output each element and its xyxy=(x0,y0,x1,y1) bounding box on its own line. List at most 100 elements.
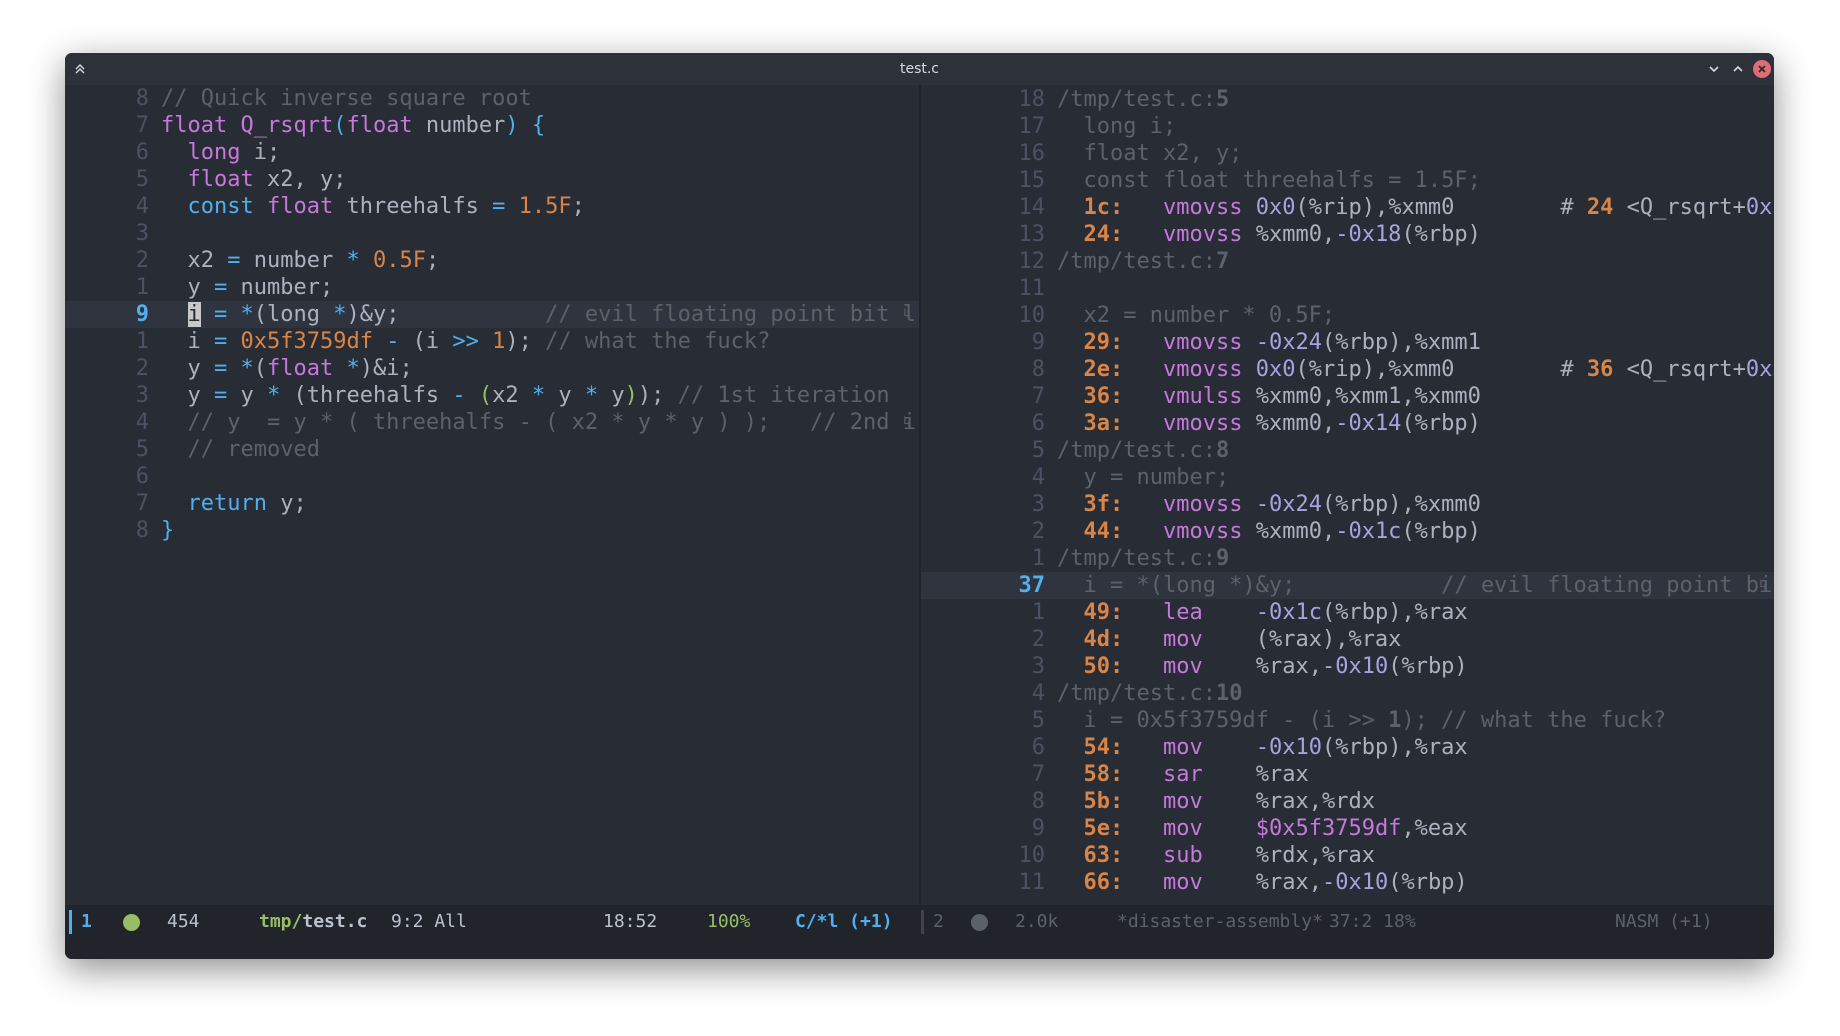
code-line[interactable]: 2 x2 = number * 0.5F; xyxy=(65,247,919,274)
code-line[interactable]: 3 3f: vmovss -0x24(%rbp),%xmm0 xyxy=(921,491,1774,518)
code-token: vmovss xyxy=(1163,492,1243,517)
code-line[interactable]: 5 // removed xyxy=(65,436,919,463)
code-line[interactable]: 8 5b: mov %rax,%rdx xyxy=(921,788,1774,815)
code-line[interactable]: 15 const float threehalfs = 1.5F; xyxy=(921,167,1774,194)
code-line[interactable]: 4 y = number; xyxy=(921,464,1774,491)
code-line[interactable]: 7 float Q_rsqrt(float number) { xyxy=(65,112,919,139)
code-token: return xyxy=(187,491,267,516)
code-text: i = *(long *)&y; // evil floating point … xyxy=(1057,572,1774,599)
code-line[interactable]: 4/tmp/test.c:10 xyxy=(921,680,1774,707)
code-line[interactable]: 9 29: vmovss -0x24(%rbp),%xmm1 xyxy=(921,329,1774,356)
code-line[interactable]: 1 49: lea -0x1c(%rbp),%rax xyxy=(921,599,1774,626)
code-line[interactable]: 8} xyxy=(65,517,919,544)
code-line[interactable]: 6 long i; xyxy=(65,139,919,166)
code-text: long i; xyxy=(1057,113,1176,140)
code-text: 24: vmovss %xmm0,-0x18(%rbp) xyxy=(1057,221,1481,248)
code-token: 8 xyxy=(1215,438,1230,463)
code-line[interactable]: 6 54: mov -0x10(%rbp),%rax xyxy=(921,734,1774,761)
code-line[interactable]: 11 xyxy=(921,275,1774,302)
code-line[interactable]: 4 const float threehalfs = 1.5F; xyxy=(65,193,919,220)
code-line[interactable]: 2 y = *(float *)&i; xyxy=(65,355,919,382)
code-token: %rax, xyxy=(1202,870,1322,895)
code-line[interactable]: 6 3a: vmovss %xmm0,-0x14(%rbp) xyxy=(921,410,1774,437)
buffer-name-2[interactable]: *disaster-assembly* xyxy=(1117,905,1323,939)
code-line[interactable]: 1 y = number; xyxy=(65,274,919,301)
code-text: y = *(float *)&i; xyxy=(161,355,412,382)
maximize-button[interactable] xyxy=(1729,60,1747,78)
code-line[interactable]: 10 63: sub %rdx,%rax xyxy=(921,842,1774,869)
code-token: (%rax),%rax xyxy=(1202,627,1402,652)
code-token: x2 = number * 0.5F; xyxy=(1057,303,1336,328)
code-line[interactable]: 8 // Quick inverse square root xyxy=(65,85,919,112)
code-token: // removed xyxy=(187,437,320,462)
code-line[interactable]: 13 24: vmovss %xmm0,-0x18(%rbp) xyxy=(921,221,1774,248)
code-line[interactable]: 12/tmp/test.c:7 xyxy=(921,248,1774,275)
code-line[interactable]: 10 x2 = number * 0.5F; xyxy=(921,302,1774,329)
code-line[interactable]: 4 // y = y * ( threehalfs - ( x2 * y * y… xyxy=(65,409,919,436)
code-text: // Quick inverse square root xyxy=(161,85,532,112)
code-token: (%rbp) xyxy=(1388,654,1468,679)
code-line[interactable]: 5/tmp/test.c:8 xyxy=(921,437,1774,464)
code-token: 24: xyxy=(1083,222,1124,247)
code-line[interactable]: 1/tmp/test.c:9 xyxy=(921,545,1774,572)
minimize-button[interactable] xyxy=(1705,60,1723,78)
code-line[interactable]: 3 y = y * (threehalfs - (x2 * y * y)); /… xyxy=(65,382,919,409)
code-token: (long xyxy=(253,302,334,327)
minibuffer[interactable] xyxy=(65,939,1774,959)
code-token: sub xyxy=(1163,843,1203,868)
code-line[interactable]: 8 2e: vmovss 0x0(%rip),%xmm0 # 36 <Q_rsq… xyxy=(921,356,1774,383)
code-line[interactable]: 1 i = 0x5f3759df - (i >> 1); // what the… xyxy=(65,328,919,355)
code-line[interactable]: 14 1c: vmovss 0x0(%rip),%xmm0 # 24 <Q_rs… xyxy=(921,194,1775,221)
code-token: (%rip),%xmm0 # xyxy=(1295,195,1587,220)
code-text: 2e: vmovss 0x0(%rip),%xmm0 # 36 <Q_rsqrt… xyxy=(1057,356,1775,383)
file-path[interactable]: tmp/test.c xyxy=(259,905,367,939)
code-line[interactable]: 2 44: vmovss %xmm0,-0x1c(%rbp) xyxy=(921,518,1774,545)
major-mode[interactable]: C/*l (+1) xyxy=(795,905,893,939)
code-token: ,%eax xyxy=(1401,816,1468,841)
close-button[interactable] xyxy=(1753,60,1771,78)
code-token: // Quick inverse square root xyxy=(161,86,532,111)
code-token: * xyxy=(584,383,599,408)
code-token: -0x18 xyxy=(1335,222,1402,247)
current-code-line[interactable]: 9 i = *(long *)&y; // evil floating poin… xyxy=(65,301,919,328)
code-line[interactable]: 6 xyxy=(65,463,919,490)
code-line[interactable]: 3 xyxy=(65,220,919,247)
code-line[interactable]: 18/tmp/test.c:5 xyxy=(921,86,1774,113)
code-token: float xyxy=(187,167,254,192)
line-number: 4 xyxy=(1031,465,1045,490)
line-number: 8 xyxy=(135,86,149,111)
major-mode-2[interactable]: NASM (+1) xyxy=(1615,905,1713,939)
code-line[interactable]: 7 36: vmulss %xmm0,%xmm1,%xmm0 xyxy=(921,383,1774,410)
code-line[interactable]: 7 return y; xyxy=(65,490,919,517)
code-token: -0x14 xyxy=(1335,411,1402,436)
code-line[interactable]: 2 4d: mov (%rax),%rax xyxy=(921,626,1774,653)
current-code-line[interactable]: 37 i = *(long *)&y; // evil floating poi… xyxy=(921,572,1774,599)
disassembly-pane[interactable]: 18/tmp/test.c:5 17 long i; 16 float x2, y;… xyxy=(921,85,1774,905)
code-token: float xyxy=(266,356,334,381)
code-line[interactable]: 11 66: mov %rax,-0x10(%rbp) xyxy=(921,869,1774,896)
code-line[interactable]: 7 58: sar %rax xyxy=(921,761,1774,788)
source-code-pane[interactable]: 8 // Quick inverse square root 7 float Q_rs… xyxy=(65,85,919,905)
code-line[interactable]: 9 5e: mov $0x5f3759df,%eax xyxy=(921,815,1774,842)
code-line[interactable]: 3 50: mov %rax,-0x10(%rbp) xyxy=(921,653,1774,680)
line-number: 5 xyxy=(135,167,149,192)
code-text: y = number; xyxy=(161,274,333,301)
line-number: 7 xyxy=(1031,762,1045,787)
code-line[interactable]: 5 float x2, y; xyxy=(65,166,919,193)
code-token: <Q_rsqrt+ xyxy=(1613,195,1746,220)
code-line[interactable]: 17 long i; xyxy=(921,113,1774,140)
code-line[interactable]: 5 i = 0x5f3759df - (i >> 1); // what the… xyxy=(921,707,1774,734)
code-line[interactable]: 16 float x2, y; xyxy=(921,140,1774,167)
close-icon xyxy=(1758,65,1766,73)
chevron-down-icon xyxy=(1709,66,1719,73)
code-token: ); // what the fuck? xyxy=(1401,708,1667,733)
code-token: 49: xyxy=(1083,600,1124,625)
